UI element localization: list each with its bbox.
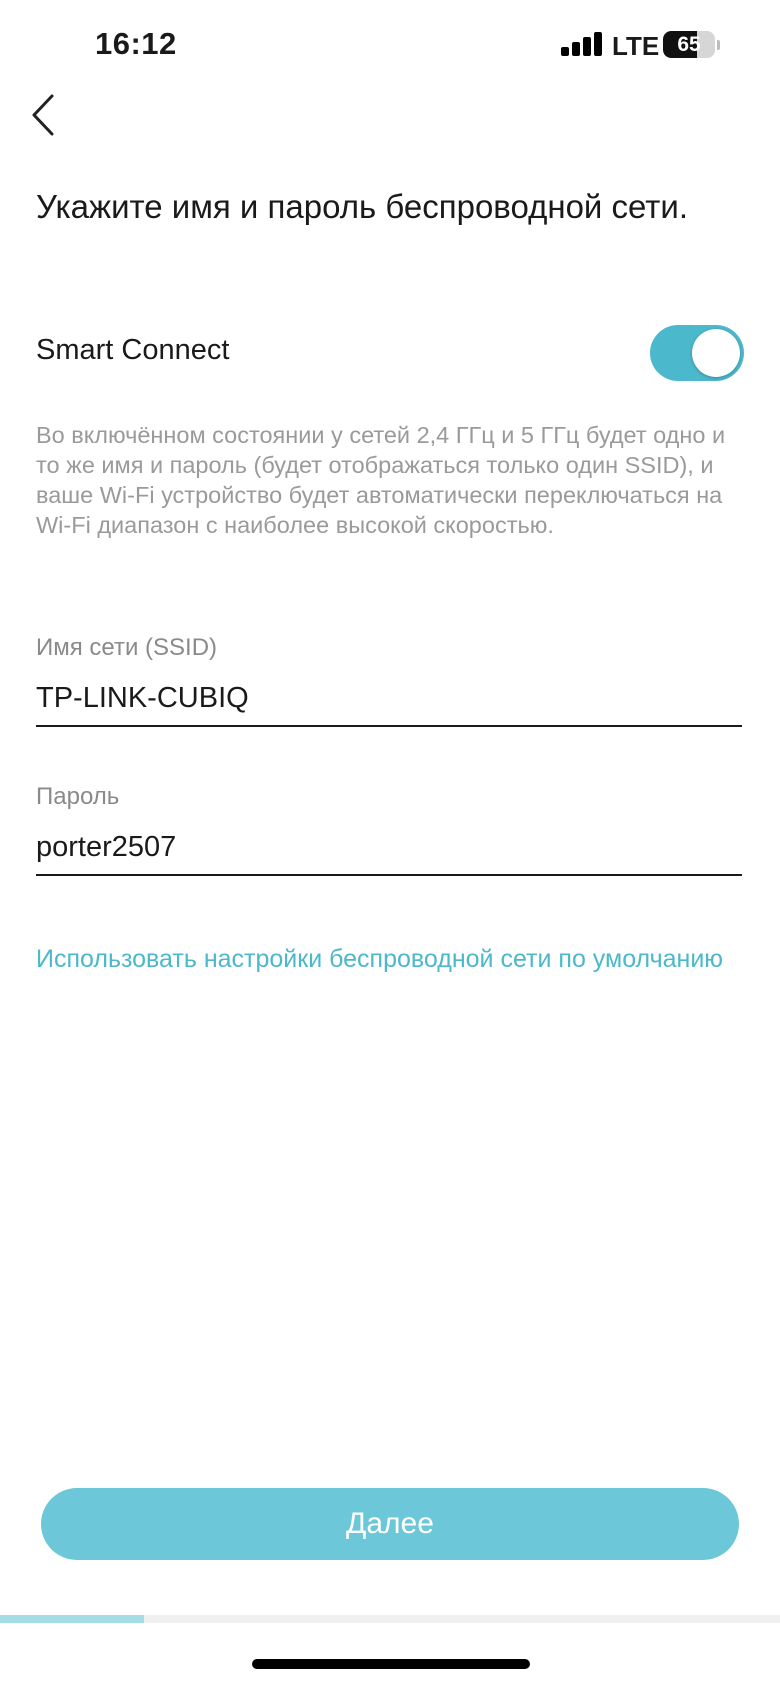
chevron-left-icon [32, 94, 54, 136]
password-label: Пароль [36, 783, 120, 810]
ssid-label: Имя сети (SSID) [36, 634, 218, 661]
page-title: Укажите имя и пароль беспроводной сети. [36, 188, 689, 225]
use-default-settings-link[interactable]: Использовать настройки беспроводной сети… [36, 943, 736, 975]
battery-percentage: 65 [677, 32, 701, 56]
network-type-label: LTE [612, 31, 660, 61]
smart-connect-toggle[interactable] [650, 325, 744, 381]
ssid-input[interactable] [36, 671, 742, 727]
progress-bar [0, 1615, 780, 1623]
smart-connect-description: Во включённом состоянии у сетей 2,4 ГГц … [36, 422, 726, 538]
status-time: 16:12 [95, 26, 177, 61]
toggle-knob [692, 329, 740, 377]
cellular-signal-icon [561, 32, 603, 56]
home-indicator [252, 1659, 530, 1669]
progress-fill [0, 1615, 145, 1623]
back-button[interactable] [26, 90, 66, 140]
next-button[interactable]: Далее [41, 1488, 739, 1560]
status-bar: 16:12 LTE 65 [0, 0, 780, 90]
battery-icon: 65 [663, 31, 715, 58]
password-input[interactable] [36, 820, 742, 876]
smart-connect-label: Smart Connect [36, 334, 230, 366]
battery-tip [717, 40, 720, 50]
